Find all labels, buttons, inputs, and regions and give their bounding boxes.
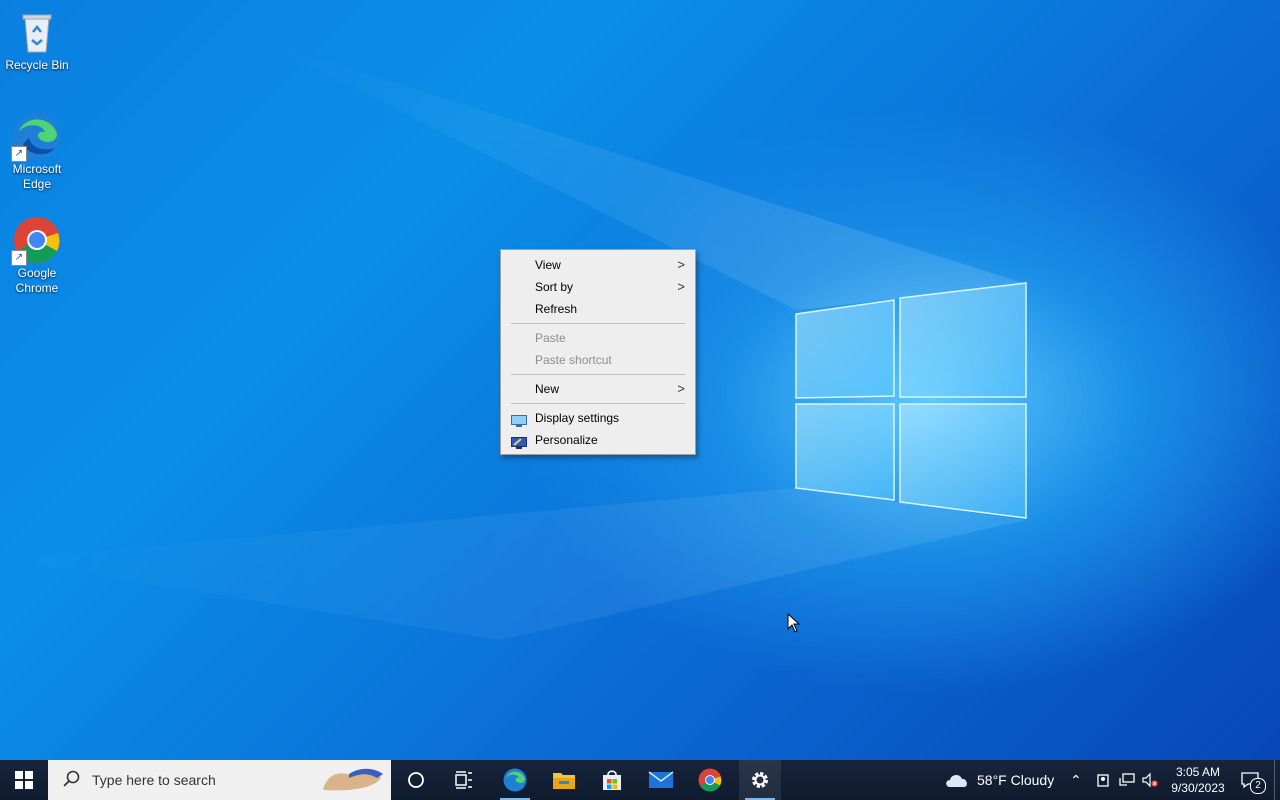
clock-time: 3:05 AM [1175,765,1221,779]
search-placeholder: Type here to search [92,772,216,788]
menu-item-personalize[interactable]: Personalize [501,429,695,451]
volume-button[interactable] [1141,760,1159,800]
start-button[interactable] [0,760,48,800]
menu-item-label: View [535,258,561,272]
edge-icon [503,768,527,792]
taskbar-app-mail[interactable] [640,760,682,800]
shortcut-arrow-icon: ↗ [11,146,27,162]
taskbar: Type here to search 58°F Cloudy ⌃ 3:05 A… [0,760,1280,800]
weather-text: 58°F Cloudy [977,772,1055,788]
edge-icon: ↗ [11,112,61,162]
desktop-icon-label: Recycle Bin [5,58,69,72]
search-icon [62,770,80,791]
start-icon [15,771,33,789]
network-icon [1119,773,1135,786]
volume-muted-icon [1142,772,1158,788]
taskbar-app-store[interactable] [591,760,633,800]
menu-item-refresh[interactable]: Refresh [501,298,695,320]
store-icon [603,770,621,790]
desktop[interactable]: Recycle Bin ↗ Microsoft Edge ↗ Google Ch… [0,0,1280,760]
show-desktop-button[interactable] [1274,760,1275,800]
action-center-button[interactable]: 2 [1238,760,1266,800]
desktop-icon-label: Microsoft Edge [12,162,62,191]
shortcut-arrow-icon: ↗ [11,250,27,266]
clock-date: 9/30/2023 [1171,781,1225,795]
menu-item-new[interactable]: New > [501,378,695,400]
taskbar-app-chrome[interactable] [689,760,731,800]
search-highlight-image [319,764,385,796]
menu-item-label: Display settings [535,411,620,425]
menu-item-label: Paste shortcut [535,353,612,367]
file-explorer-icon [553,773,575,789]
settings-icon [752,772,768,788]
cortana-button[interactable] [396,760,436,800]
menu-separator [511,403,685,404]
chrome-icon: ↗ [11,216,61,266]
menu-item-label: New [535,382,560,396]
taskbar-app-settings[interactable] [739,760,781,800]
desktop-icon-google-chrome[interactable]: ↗ Google Chrome [2,216,72,296]
chevron-right-icon: > [677,257,685,272]
desktop-context-menu: View > Sort by > Refresh Paste Paste sho… [500,249,696,455]
menu-item-display-settings[interactable]: Display settings [501,407,695,429]
menu-item-paste-shortcut[interactable]: Paste shortcut [501,349,695,371]
menu-item-label: Refresh [535,302,578,316]
network-button[interactable] [1118,760,1136,800]
desktop-icon-label: Google Chrome [15,266,59,295]
taskbar-search[interactable]: Type here to search [48,760,391,800]
meet-now-button[interactable] [1096,760,1110,800]
menu-item-view[interactable]: View > [501,254,695,276]
recycle-bin-icon [13,8,61,56]
personalize-icon [511,434,527,449]
taskbar-app-edge[interactable] [494,760,536,800]
meet-now-icon [1097,774,1109,787]
mail-icon [648,771,674,788]
show-hidden-icons-button[interactable]: ⌃ [1070,760,1082,800]
task-view-button[interactable] [444,760,484,800]
cortana-icon [408,772,424,788]
display-settings-icon [511,412,527,427]
taskbar-app-file-explorer[interactable] [543,760,585,800]
menu-item-label: Sort by [535,280,574,294]
chrome-icon [698,768,722,792]
chevron-right-icon: > [677,381,685,396]
chevron-up-icon: ⌃ [1070,771,1082,788]
desktop-icon-recycle-bin[interactable]: Recycle Bin [2,8,72,73]
chevron-right-icon: > [677,279,685,294]
menu-separator [511,374,685,375]
menu-item-label: Paste [535,331,566,345]
cloud-icon [946,774,967,787]
menu-item-label: Personalize [535,433,598,447]
notification-badge: 2 [1250,778,1266,794]
menu-item-sort-by[interactable]: Sort by > [501,276,695,298]
weather-widget[interactable]: 58°F Cloudy [944,760,1054,800]
desktop-icon-microsoft-edge[interactable]: ↗ Microsoft Edge [2,112,72,192]
taskbar-clock[interactable]: 3:05 AM 9/30/2023 [1160,764,1236,796]
task-view-icon [455,771,472,789]
menu-item-paste[interactable]: Paste [501,327,695,349]
mouse-cursor-icon [787,613,801,633]
menu-separator [511,323,685,324]
